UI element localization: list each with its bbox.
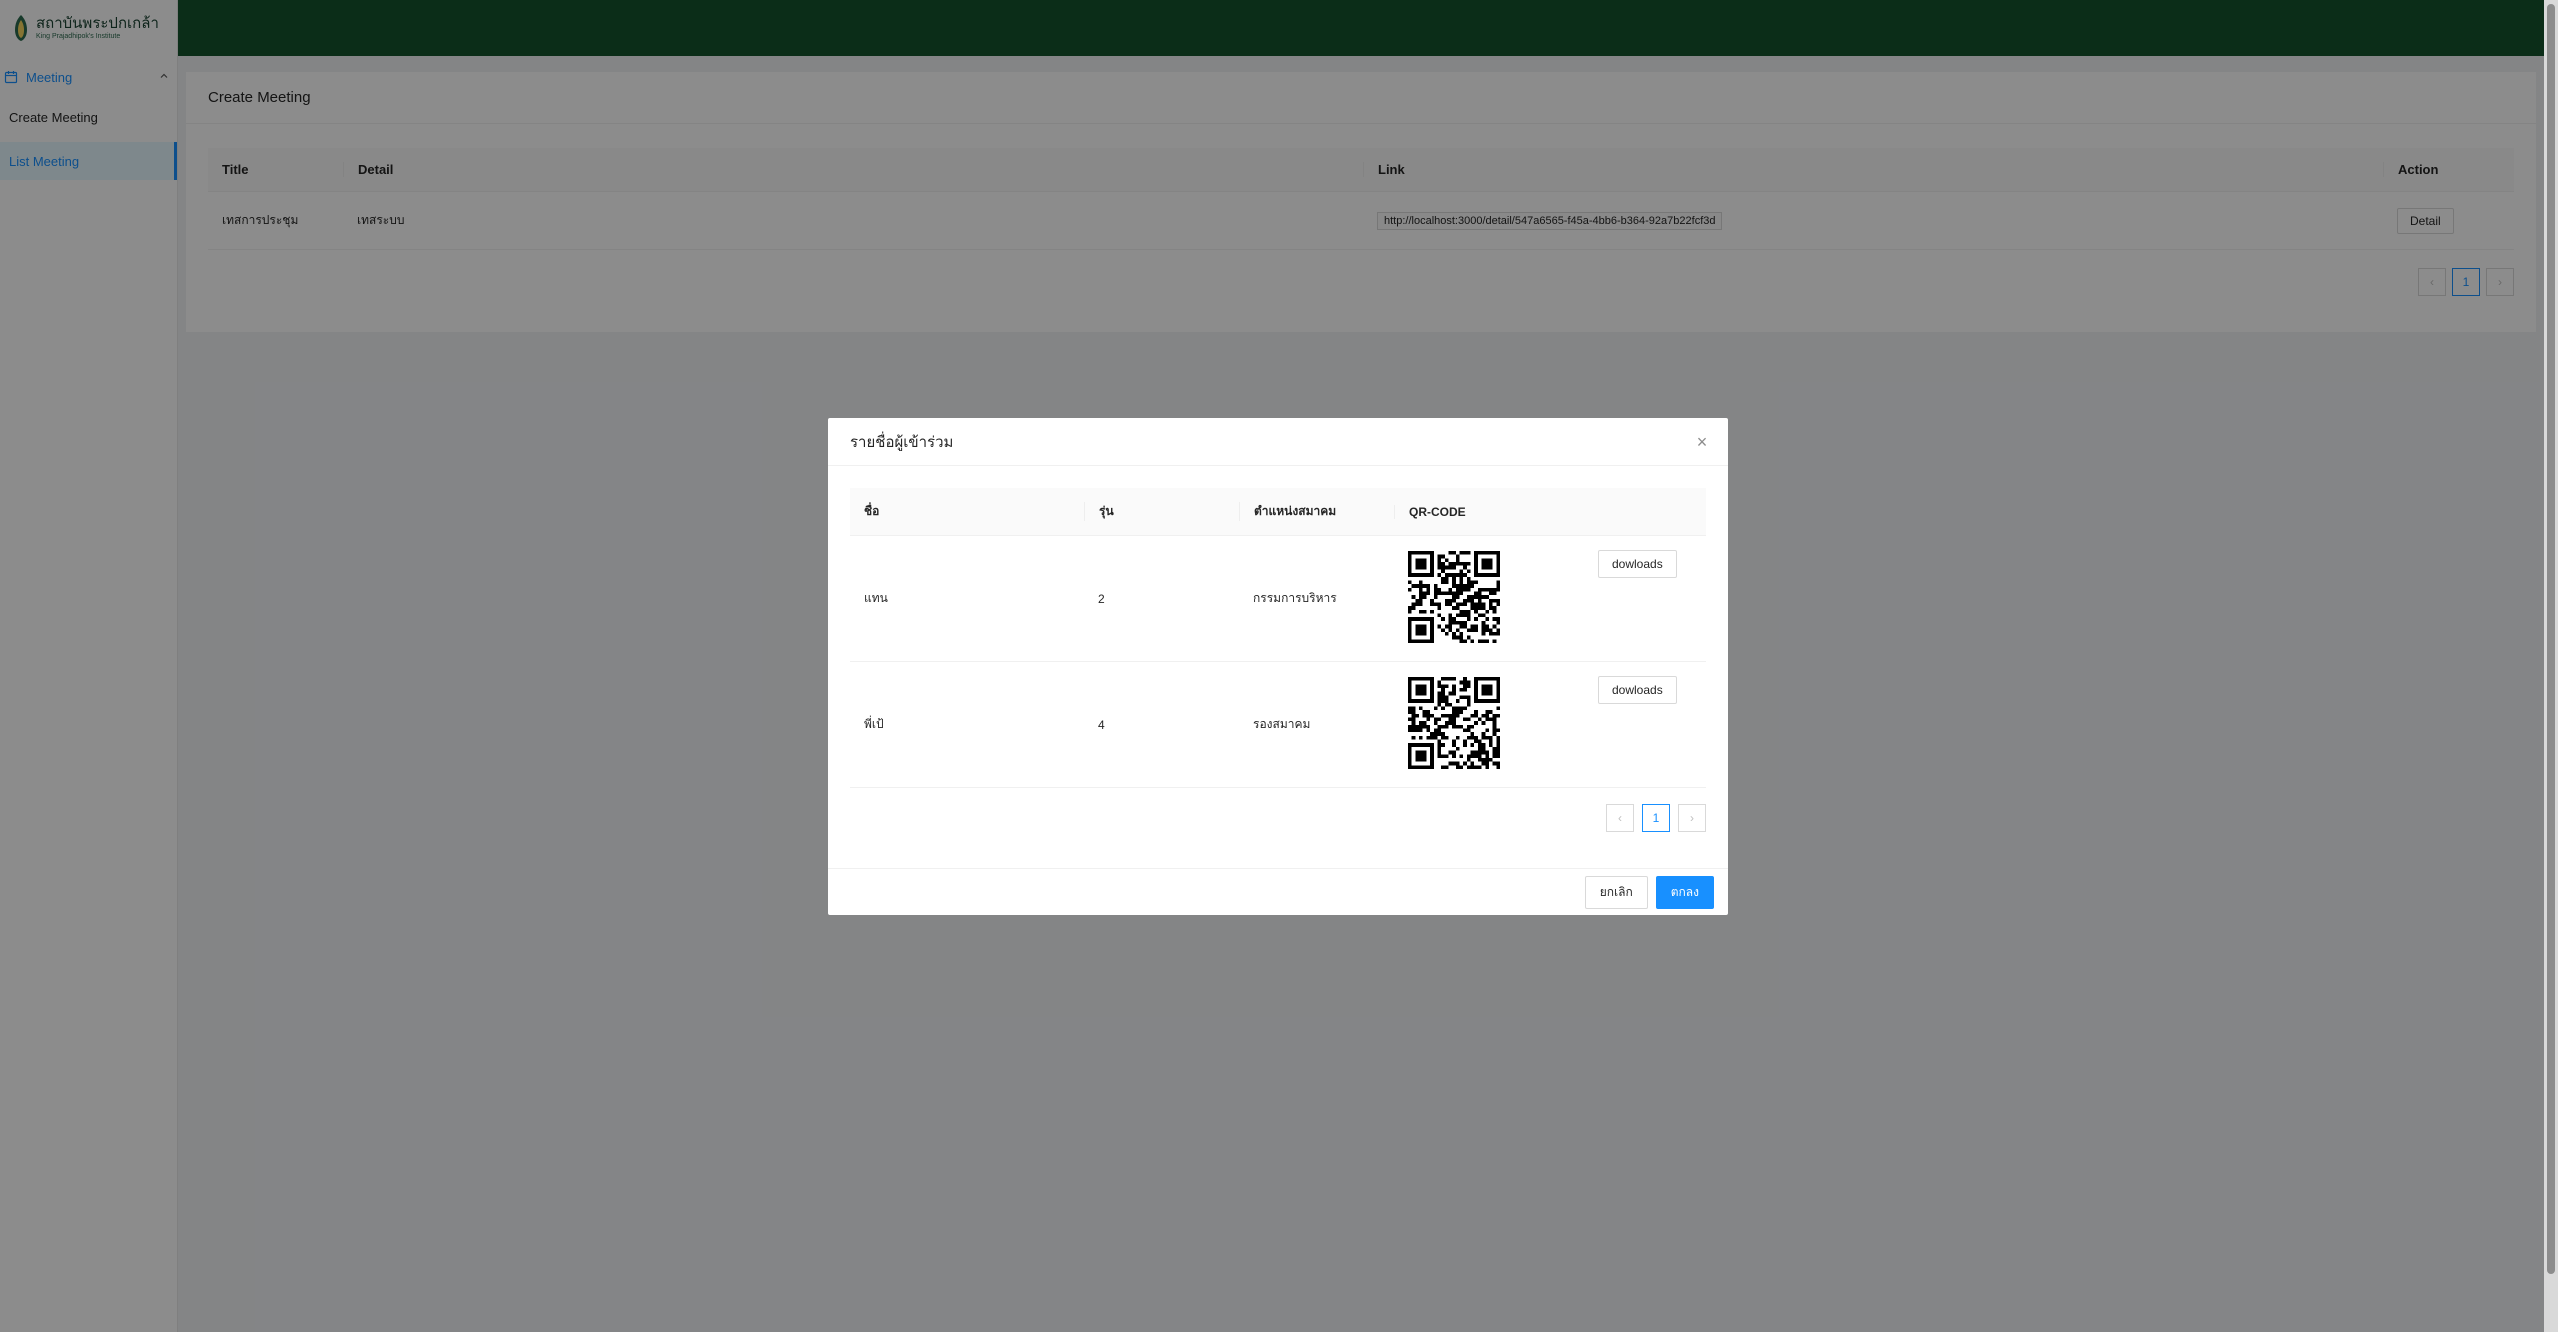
column-header-qr-code: QR-CODE (1394, 504, 1706, 519)
ok-button[interactable]: ตกลง (1655, 875, 1714, 909)
close-icon[interactable]: × (1692, 432, 1712, 452)
column-header-name: ชื่อ (864, 504, 880, 518)
scrollbar-thumb[interactable] (2547, 4, 2555, 1274)
participant-generation: 2 (1098, 591, 1105, 606)
qr-code-image (1408, 551, 1500, 643)
qr-code-image (1408, 677, 1500, 769)
participant-name: พี่เป้ (864, 717, 884, 731)
table-row: พี่เป้ 4 รองสมาคม dowloads (850, 662, 1706, 788)
participants-table: ชื่อ รุ่น ตำแหน่งสมาคม QR-CODE แทน 2 กรร… (850, 488, 1706, 832)
download-qr-button[interactable]: dowloads (1598, 550, 1677, 578)
modal-pagination: ‹ 1 › (1606, 804, 1706, 832)
modal-footer: ยกเลิก ตกลง (828, 868, 1728, 915)
participant-position: กรรมการบริหาร (1253, 591, 1337, 605)
table-header: ชื่อ รุ่น ตำแหน่งสมาคม QR-CODE (850, 488, 1706, 536)
participant-generation: 4 (1098, 717, 1105, 732)
participant-name: แทน (864, 591, 888, 605)
column-header-generation: รุ่น (1084, 502, 1239, 521)
modal-title: รายชื่อผู้เข้าร่วม (850, 433, 954, 451)
table-row: แทน 2 กรรมการบริหาร dowloads (850, 536, 1706, 662)
pagination-next-button[interactable]: › (1678, 804, 1706, 832)
cancel-button[interactable]: ยกเลิก (1584, 875, 1648, 909)
column-header-position: ตำแหน่งสมาคม (1239, 502, 1394, 521)
download-qr-button[interactable]: dowloads (1598, 676, 1677, 704)
pagination-prev-button[interactable]: ‹ (1606, 804, 1634, 832)
participant-position: รองสมาคม (1253, 717, 1311, 731)
modal-header: รายชื่อผู้เข้าร่วม × (828, 418, 1728, 466)
pagination-page-1[interactable]: 1 (1642, 804, 1670, 832)
page-scrollbar[interactable] (2544, 0, 2558, 1332)
participants-modal: รายชื่อผู้เข้าร่วม × ชื่อ รุ่น ตำแหน่งสม… (828, 418, 1728, 915)
